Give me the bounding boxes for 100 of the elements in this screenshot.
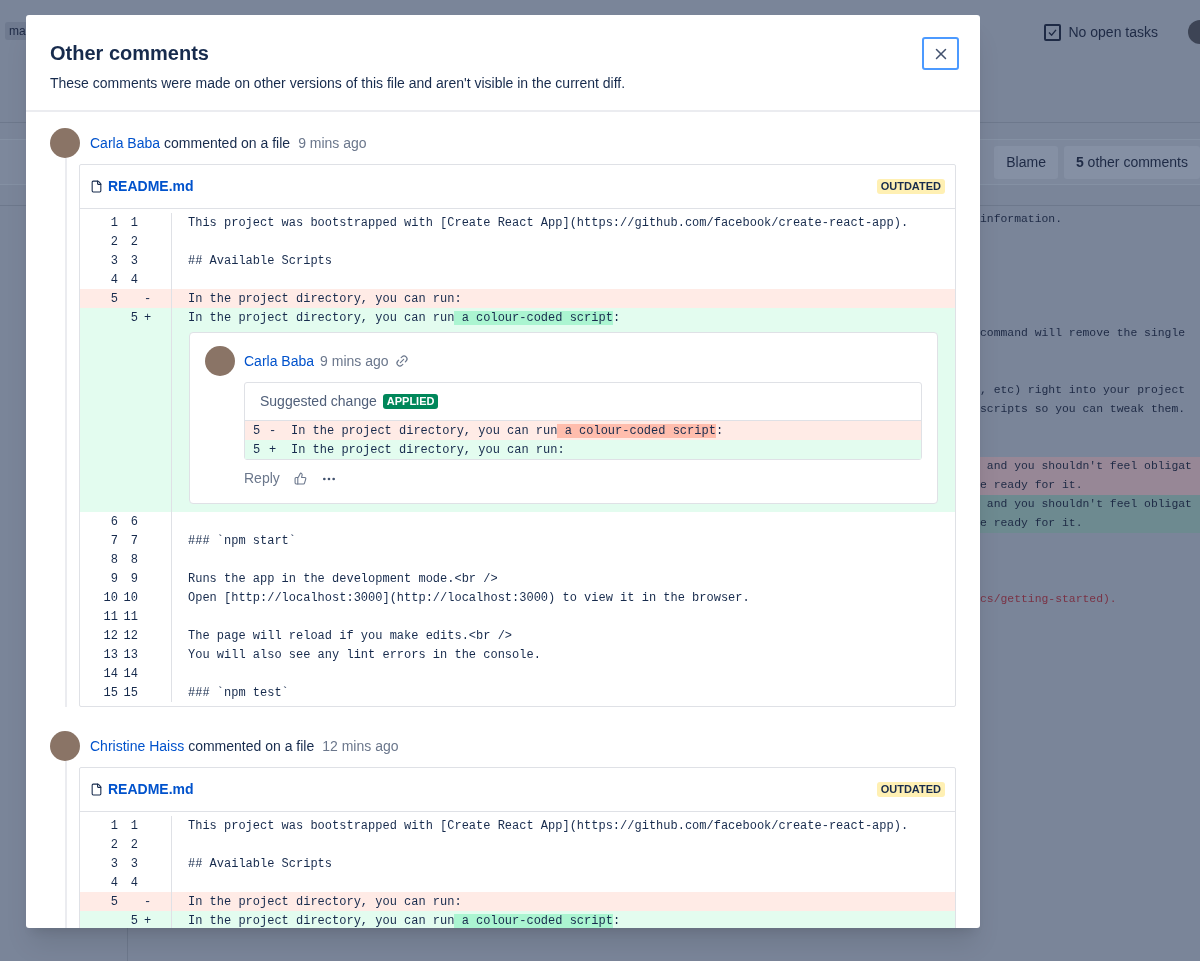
- line-number: 14: [122, 665, 138, 683]
- code-line: In the project directory, you can run a colour-coded script:: [188, 309, 621, 327]
- code-line: ### `npm test`: [188, 684, 289, 702]
- line-number: 12: [102, 627, 118, 645]
- close-button[interactable]: [922, 37, 959, 70]
- comment-time: 9 mins ago: [298, 133, 367, 153]
- line-number: 4: [129, 271, 138, 289]
- code-line: command will remove the single: [980, 325, 1186, 341]
- code-line: In the project directory, you can run a colour-coded script:: [188, 912, 621, 928]
- line-number: 10: [122, 589, 138, 607]
- code-line: This project was bootstrapped with [Create React App](https://github.com/facebook/create-react-app).: [188, 214, 909, 232]
- diff-sign: +: [144, 309, 152, 327]
- line-number: 15: [102, 684, 118, 702]
- line-number: 14: [102, 665, 118, 683]
- line-number: 1: [109, 817, 118, 835]
- toolbar-button[interactable]: Blame: [994, 145, 1058, 179]
- status-badge: OUTDATED: [876, 782, 945, 797]
- file-link[interactable]: README.md: [108, 176, 194, 197]
- toolbar-button[interactable]: 5 other comments: [1063, 145, 1200, 179]
- line-number: 11: [122, 608, 138, 626]
- line-number: 3: [109, 252, 118, 270]
- line-number: 3: [129, 252, 138, 270]
- code-line: and you shouldn't feel obligat: [985, 458, 1192, 474]
- line-number: 11: [102, 608, 118, 626]
- line-number: 9: [129, 570, 138, 588]
- diff-sign: -: [144, 290, 152, 308]
- line-number: 1: [129, 214, 138, 232]
- line-number: 7: [109, 532, 118, 550]
- author-link[interactable]: Christine Haiss: [90, 735, 185, 757]
- code-line: and you shouldn't feel obligat: [985, 496, 1192, 512]
- code-line: Runs the app in the development mode.<br />: [188, 570, 498, 588]
- line-number: 2: [129, 233, 138, 251]
- line-number: 5: [129, 309, 138, 327]
- code-line: Open [http://localhost:3000](http://localhost:3000) to view it in the browser.: [188, 589, 750, 607]
- code-line: e ready for it.: [980, 515, 1083, 531]
- suggestion-title: Suggested change: [260, 392, 377, 411]
- comment-action: commented on a file: [188, 736, 315, 756]
- line-number: 2: [109, 836, 118, 854]
- line-number: 1: [109, 214, 118, 232]
- status-badge: OUTDATED: [876, 179, 945, 194]
- diff-sign: -: [144, 893, 152, 911]
- line-number: 5: [253, 441, 262, 459]
- code-line: scripts so you can tweak them.: [980, 401, 1186, 417]
- line-number: 2: [129, 836, 138, 854]
- tasks-label: No open tasks: [1068, 22, 1158, 42]
- code-line: In the project directory, you can run:: [188, 893, 462, 911]
- line-number: 4: [109, 271, 118, 289]
- code-line: You will also see any lint errors in the console.: [188, 646, 541, 664]
- line-number: 5: [109, 290, 118, 308]
- diff-sign: +: [269, 441, 277, 459]
- line-number: 9: [109, 570, 118, 588]
- comment-time: 9 mins ago: [320, 351, 389, 371]
- code-line: cs/getting-started).: [980, 591, 1117, 607]
- line-number: 5: [129, 912, 138, 928]
- code-line: In the project directory, you can run:: [291, 441, 565, 459]
- line-number: 4: [109, 874, 118, 892]
- modal-title: Other comments: [50, 41, 209, 66]
- line-number: 5: [109, 893, 118, 911]
- line-number: 7: [129, 532, 138, 550]
- code-line: ## Available Scripts: [188, 855, 333, 873]
- line-number: 15: [122, 684, 138, 702]
- reply-button[interactable]: Reply: [244, 468, 280, 489]
- line-number: 3: [109, 855, 118, 873]
- avatar: [50, 731, 80, 761]
- line-number: 8: [109, 551, 118, 569]
- checkbox[interactable]: [1043, 23, 1061, 41]
- line-number: 13: [102, 646, 118, 664]
- line-number: 8: [129, 551, 138, 569]
- code-line: This project was bootstrapped with [Create React App](https://github.com/facebook/create-react-app).: [188, 817, 909, 835]
- line-number: 5: [253, 422, 262, 440]
- code-line: In the project directory, you can run a colour-coded script:: [291, 422, 724, 440]
- check-icon: [1047, 28, 1057, 36]
- comment-action: commented on a file: [164, 133, 291, 153]
- avatar: [205, 346, 235, 376]
- line-number: 12: [122, 627, 138, 645]
- line-number: 13: [122, 646, 138, 664]
- line-number: 1: [129, 817, 138, 835]
- code-line: e ready for it.: [980, 477, 1083, 493]
- file-icon: [90, 180, 103, 193]
- code-line: , etc) right into your project: [980, 382, 1186, 398]
- line-number: 2: [109, 233, 118, 251]
- line-number: 4: [129, 874, 138, 892]
- author-link[interactable]: Carla Baba: [244, 350, 315, 372]
- code-line: information.: [980, 211, 1063, 227]
- modal-description: These comments were made on other versions of this file and aren't visible in the current diff.: [50, 74, 627, 93]
- status-badge: APPLIED: [382, 394, 439, 409]
- line-number: 3: [129, 855, 138, 873]
- comment-time: 12 mins ago: [322, 736, 399, 756]
- line-number: 6: [129, 513, 138, 531]
- avatar: [50, 128, 80, 158]
- like-icon[interactable]: [293, 472, 307, 485]
- line-number: 6: [109, 513, 118, 531]
- code-line: ### `npm start`: [188, 532, 297, 550]
- line-number: 10: [102, 589, 118, 607]
- diff-sign: -: [269, 422, 277, 440]
- code-line: ## Available Scripts: [188, 252, 333, 270]
- author-link[interactable]: Carla Baba: [90, 132, 161, 154]
- file-link[interactable]: README.md: [108, 779, 194, 800]
- file-icon: [90, 783, 103, 796]
- code-line: In the project directory, you can run:: [188, 290, 462, 308]
